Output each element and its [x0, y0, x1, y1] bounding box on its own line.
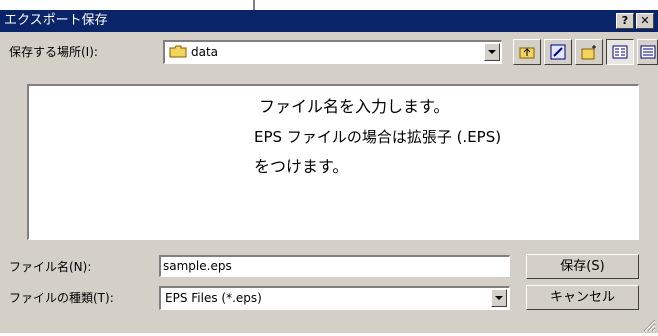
folder-icon — [169, 45, 187, 58]
title-bar: エクスポート保存 ? ✕ — [0, 10, 658, 32]
annotation-line-1: ファイル名を入力します。 — [259, 97, 450, 116]
cancel-button[interactable]: キャンセル — [526, 285, 639, 310]
up-folder-button[interactable] — [513, 39, 541, 65]
filetype-value: EPS Files (*.eps) — [165, 291, 262, 305]
location-dropdown-button[interactable] — [484, 43, 500, 61]
up-folder-icon — [519, 44, 535, 64]
annotation-line-2: EPS ファイルの場合は拡張子 (.EPS) — [254, 128, 502, 146]
details-view-button[interactable] — [637, 39, 658, 65]
list-view-button[interactable] — [606, 39, 634, 65]
list-view-icon — [612, 44, 628, 64]
filetype-combo[interactable]: EPS Files (*.eps) — [159, 286, 510, 310]
help-button[interactable]: ? — [616, 13, 634, 29]
location-value: data — [191, 45, 219, 59]
annotation-line-3: をつけます。 — [254, 157, 349, 176]
location-label: 保存する場所(I): — [9, 45, 98, 59]
save-dialog: エクスポート保存 ? ✕ 保存する場所(I): data ファイル名を入力します… — [0, 10, 658, 333]
details-view-icon — [640, 44, 656, 64]
filetype-label: ファイルの種類(T): — [9, 291, 114, 305]
save-button[interactable]: 保存(S) — [526, 254, 639, 279]
new-folder-button[interactable] — [575, 39, 603, 65]
dialog-title: エクスポート保存 — [4, 13, 108, 28]
filename-input[interactable]: sample.eps — [159, 255, 510, 277]
filetype-dropdown-button[interactable] — [491, 289, 507, 307]
toolbar — [513, 38, 658, 66]
resize-grip-icon[interactable] — [640, 316, 656, 336]
location-combo[interactable]: data — [163, 40, 502, 64]
new-folder-icon — [581, 44, 597, 64]
filename-label: ファイル名(N): — [9, 260, 92, 274]
desktop-button[interactable] — [544, 39, 572, 65]
desktop-icon — [550, 44, 566, 64]
close-button[interactable]: ✕ — [636, 13, 654, 29]
